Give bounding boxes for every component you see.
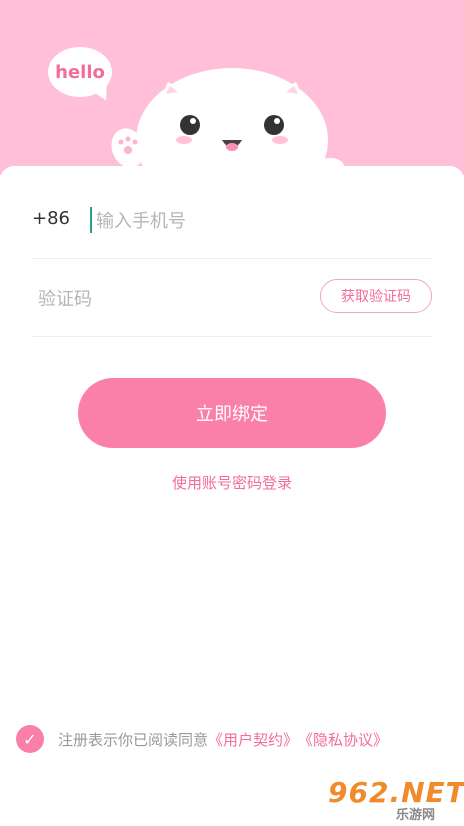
agreement-text: 注册表示你已阅读同意	[58, 730, 209, 749]
agreement-row: ✓ 注册表示你已阅读同意 《用户契约》 《隐私协议》	[16, 725, 388, 753]
phone-input[interactable]	[94, 204, 418, 238]
country-code[interactable]: +86	[32, 208, 70, 229]
hello-text: hello	[55, 61, 105, 83]
user-agreement-link[interactable]: 《用户契约》	[208, 729, 298, 750]
get-code-button[interactable]: 获取验证码	[320, 279, 432, 313]
agreement-checkbox[interactable]: ✓	[16, 725, 44, 753]
bind-now-button[interactable]: 立即绑定	[78, 378, 386, 448]
verification-code-input[interactable]	[36, 282, 290, 316]
privacy-agreement-link[interactable]: 《隐私协议》	[298, 729, 388, 750]
watermark: 962.NET 乐游网	[328, 776, 464, 823]
watermark-subtitle: 乐游网	[396, 808, 436, 823]
phone-row: +86	[32, 180, 432, 259]
text-caret	[90, 207, 92, 233]
verification-row: 获取验证码	[32, 258, 432, 337]
check-icon: ✓	[23, 729, 37, 749]
password-login-link[interactable]: 使用账号密码登录	[0, 472, 464, 493]
